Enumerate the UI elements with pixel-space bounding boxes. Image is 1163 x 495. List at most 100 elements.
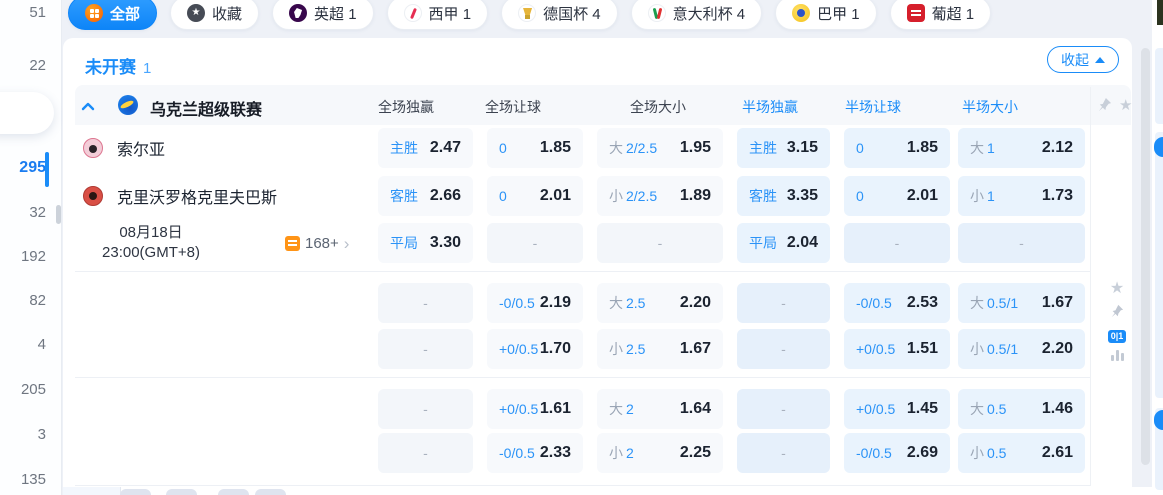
pl-icon xyxy=(289,4,308,22)
star-icon[interactable]: ★ xyxy=(1119,96,1132,114)
odds-cell[interactable]: - xyxy=(378,283,473,323)
tab-bra[interactable]: 巴甲 1 xyxy=(775,0,877,30)
status-count: 1 xyxy=(143,60,152,77)
odds-cell[interactable]: - xyxy=(378,329,473,369)
odds-cell[interactable]: 小 0.5/1 2.20 xyxy=(958,329,1085,369)
odds-label: 大 0.5 xyxy=(970,401,1007,417)
pin-icon[interactable] xyxy=(1097,97,1112,117)
tab-pl[interactable]: 英超 1 xyxy=(272,0,374,30)
over-under-prefix: 小 xyxy=(970,188,984,204)
favorite-star-icon[interactable]: ★ xyxy=(1110,281,1124,297)
tab-dfb[interactable]: 德国杯 4 xyxy=(501,0,618,30)
sidebar-league-count[interactable]: 3 xyxy=(38,426,46,443)
odds-cell[interactable]: -0/0.5 2.69 xyxy=(844,433,950,473)
odds-cell[interactable]: +0/0.5 1.61 xyxy=(487,389,583,429)
odds-cell[interactable]: 0 2.01 xyxy=(844,176,950,216)
odds-cell[interactable]: 大 2/2.5 1.95 xyxy=(597,128,723,168)
odds-cell[interactable]: - xyxy=(737,433,830,473)
vertical-scrollbar[interactable] xyxy=(1141,48,1150,465)
tab-all[interactable]: 全部 xyxy=(68,0,158,30)
odds-cell[interactable]: 大 2.5 2.20 xyxy=(597,283,723,323)
odds-cell[interactable]: 小 2 2.25 xyxy=(597,433,723,473)
stats-chart-icon[interactable] xyxy=(1110,350,1124,361)
odds-cell[interactable]: 平局 2.04 xyxy=(737,223,830,263)
odds-cell[interactable]: - xyxy=(737,283,830,323)
odds-cell[interactable]: 主胜 3.15 xyxy=(737,128,830,168)
odds-cell[interactable]: 小 1 1.73 xyxy=(958,176,1085,216)
odds-cell[interactable]: 平局 3.30 xyxy=(378,223,473,263)
empty-odds: - xyxy=(657,235,663,251)
odds-cell[interactable]: +0/0.5 1.70 xyxy=(487,329,583,369)
score-badge[interactable]: 0|1 xyxy=(1107,330,1127,343)
sidebar-scrollbar-thumb[interactable] xyxy=(56,205,61,224)
sidebar-league-count[interactable]: 4 xyxy=(38,336,46,353)
odds-cell[interactable]: - xyxy=(597,223,723,263)
odds-cell[interactable]: 大 0.5 1.46 xyxy=(958,389,1085,429)
tab-por[interactable]: 葡超 1 xyxy=(889,0,992,30)
odds-cell[interactable]: -0/0.5 2.19 xyxy=(487,283,583,323)
chevron-up-icon[interactable] xyxy=(81,98,95,116)
odds-cell[interactable]: +0/0.5 1.45 xyxy=(844,389,950,429)
sidebar-league-count[interactable]: 22 xyxy=(29,57,46,74)
odds-cell[interactable]: - xyxy=(844,223,950,263)
odds-cell[interactable]: - xyxy=(487,223,583,263)
sidebar-league-count[interactable]: 205 xyxy=(21,381,46,398)
odds-cell[interactable]: - xyxy=(958,223,1085,263)
clipped-blue-button[interactable] xyxy=(1154,410,1163,430)
odds-value: 3.15 xyxy=(786,139,818,156)
league-name: 乌克兰超级联赛 xyxy=(150,102,263,119)
status-label: 未开赛 xyxy=(85,58,136,77)
match-time: 23:00(GMT+8) xyxy=(102,244,200,261)
odds-cell[interactable]: - xyxy=(737,329,830,369)
sidebar-league-count[interactable]: 295 xyxy=(19,159,46,177)
match-actions: ★ 0|1 xyxy=(1096,281,1138,361)
collapse-button[interactable]: 收起 xyxy=(1047,46,1119,73)
tab-fav[interactable]: ★ 收藏 xyxy=(170,0,260,30)
odds-cell[interactable]: 大 0.5/1 1.67 xyxy=(958,283,1085,323)
odds-cell[interactable]: +0/0.5 1.51 xyxy=(844,329,950,369)
odds-cell[interactable]: 大 1 2.12 xyxy=(958,128,1085,168)
tab-label: 收藏 xyxy=(212,5,243,23)
odds-label: 小 0.5/1 xyxy=(970,341,1019,357)
sidebar-league-count[interactable]: 51 xyxy=(29,4,46,21)
odds-cell[interactable]: - xyxy=(378,389,473,429)
away-team-logo xyxy=(83,186,103,206)
odds-cell[interactable]: - xyxy=(737,389,830,429)
odds-cell[interactable]: 大 2 1.64 xyxy=(597,389,723,429)
odds-cell[interactable]: 客胜 2.66 xyxy=(378,176,473,216)
over-under-prefix: 大 xyxy=(609,401,623,417)
more-markets-link[interactable]: 168+ › xyxy=(285,223,349,263)
odds-cell[interactable]: -0/0.5 2.53 xyxy=(844,283,950,323)
tab-label: 意大利杯 4 xyxy=(672,5,746,23)
odds-cell[interactable]: 主胜 2.47 xyxy=(378,128,473,168)
tab-laliga[interactable]: 西甲 1 xyxy=(386,0,489,30)
sidebar-league-count[interactable]: 135 xyxy=(21,471,46,488)
odds-cell[interactable]: - xyxy=(378,433,473,473)
odds-label: 客胜 xyxy=(390,188,418,204)
sidebar-selected-pill[interactable] xyxy=(0,92,54,134)
odds-cell[interactable]: 0 1.85 xyxy=(487,128,583,168)
odds-cell[interactable]: 小 0.5 2.61 xyxy=(958,433,1085,473)
sidebar-league-count[interactable]: 192 xyxy=(21,248,46,265)
sidebar-league-count[interactable]: 82 xyxy=(29,292,46,309)
odds-cell[interactable]: 0 1.85 xyxy=(844,128,950,168)
odds-label: -0/0.5 xyxy=(499,445,535,461)
clipped-blue-button[interactable] xyxy=(1154,137,1163,157)
pin-icon[interactable] xyxy=(1110,304,1124,323)
clipped-cell xyxy=(1155,132,1163,398)
odds-label: -0/0.5 xyxy=(499,295,535,311)
odds-label: 客胜 xyxy=(749,188,777,204)
odds-cell[interactable]: 小 2/2.5 1.89 xyxy=(597,176,723,216)
sidebar-league-count[interactable]: 32 xyxy=(29,204,46,221)
odds-value: 2.20 xyxy=(679,294,711,311)
odds-cell[interactable]: 小 2.5 1.67 xyxy=(597,329,723,369)
odds-label: -0/0.5 xyxy=(856,295,892,311)
odds-cell[interactable]: 客胜 3.35 xyxy=(737,176,830,216)
fav-icon: ★ xyxy=(187,4,206,22)
odds-cell[interactable]: -0/0.5 2.33 xyxy=(487,433,583,473)
away-team-row[interactable]: 克里沃罗格克里夫巴斯 xyxy=(83,176,277,216)
tab-coppa[interactable]: 意大利杯 4 xyxy=(630,0,763,30)
odds-value: 2.33 xyxy=(539,444,571,461)
home-team-row[interactable]: 索尔亚 xyxy=(83,128,165,168)
odds-cell[interactable]: 0 2.01 xyxy=(487,176,583,216)
